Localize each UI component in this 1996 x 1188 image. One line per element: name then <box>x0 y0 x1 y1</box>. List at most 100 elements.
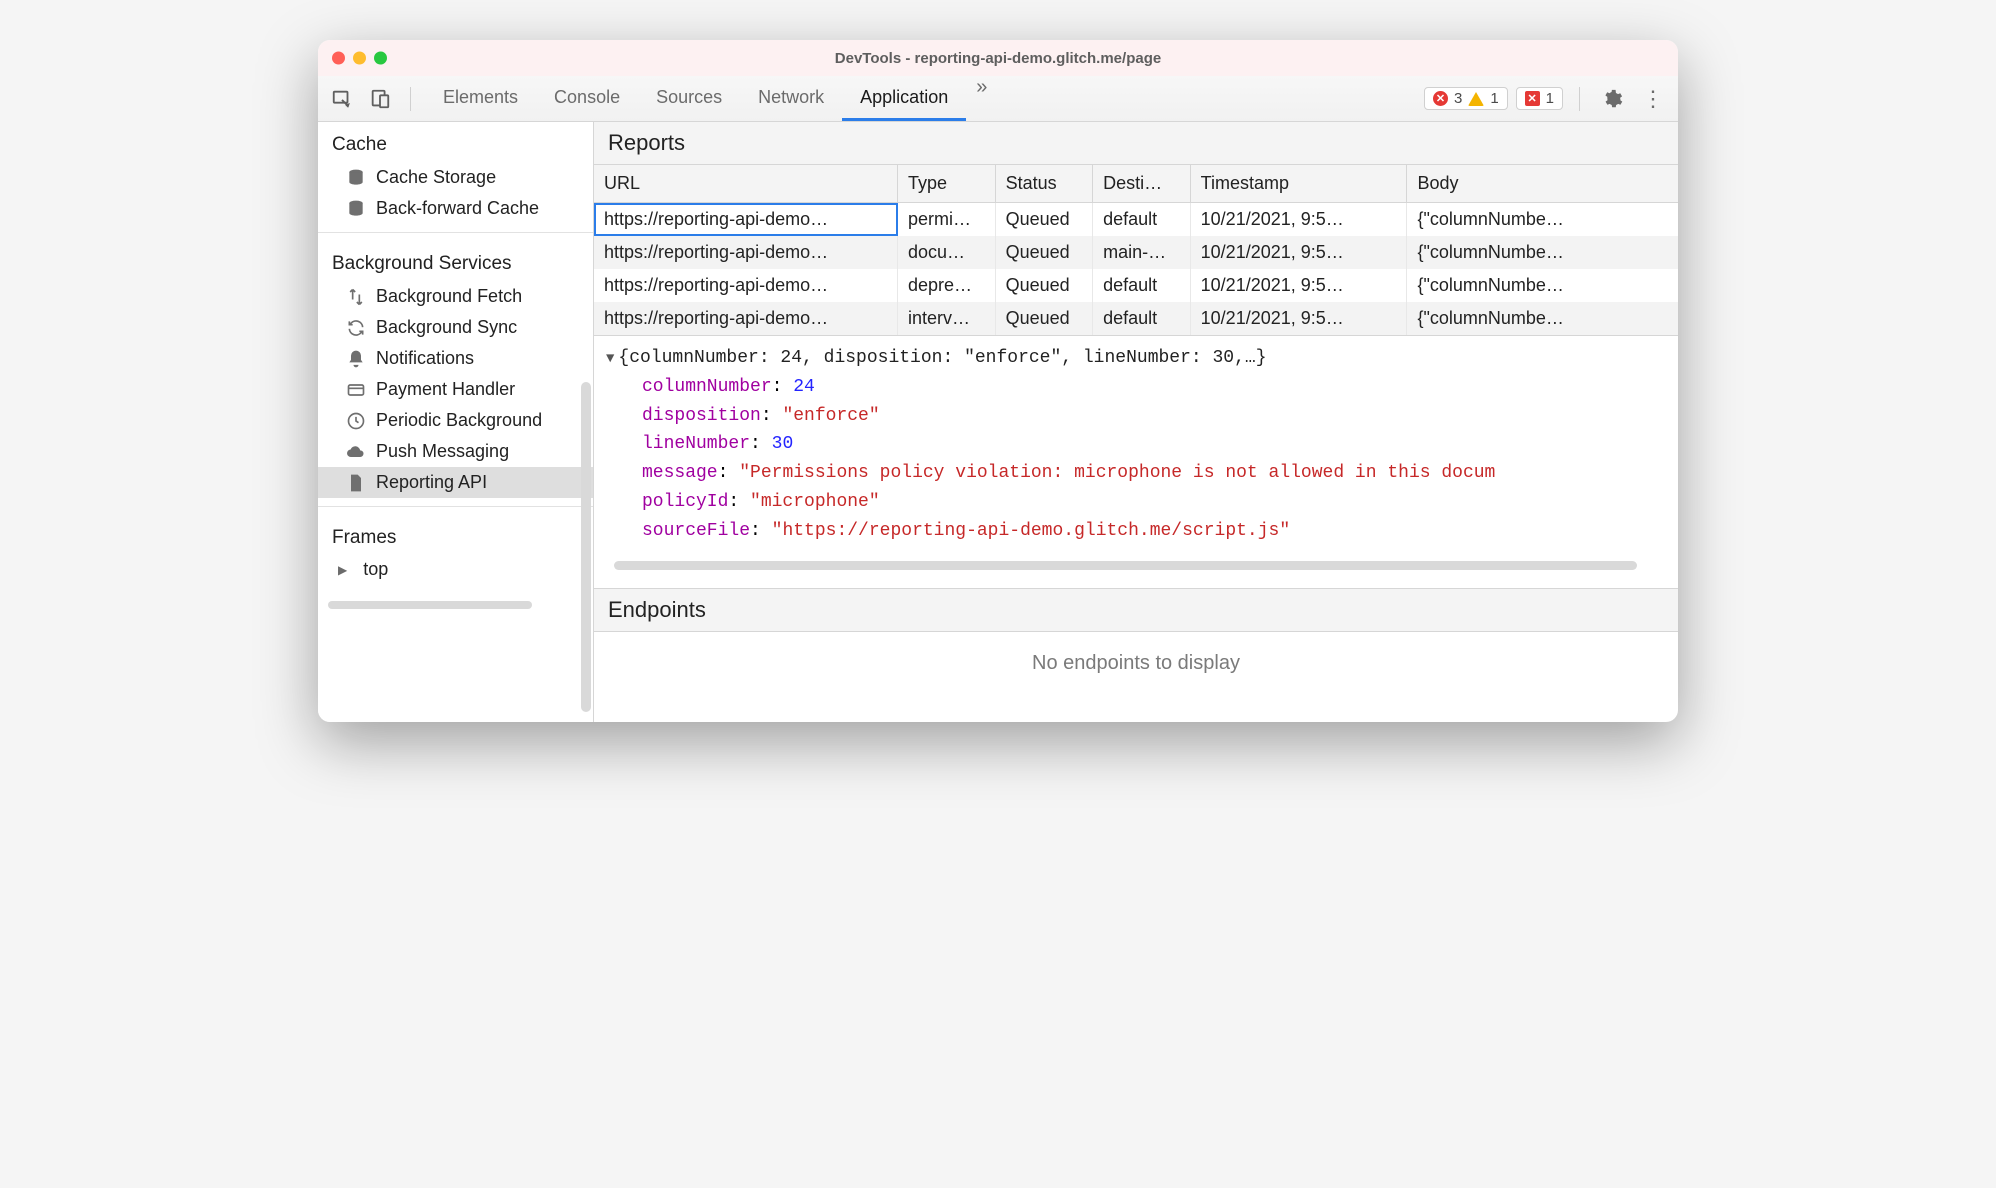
sidebar-divider <box>318 232 593 233</box>
traffic-lights <box>332 52 387 65</box>
table-row[interactable]: https://reporting-api-demo…interv…Queued… <box>594 302 1678 335</box>
sidebar-v-scrollbar[interactable] <box>581 382 591 712</box>
col-status[interactable]: Status <box>995 165 1093 203</box>
sync-icon <box>346 318 366 338</box>
detail-field[interactable]: lineNumber: 30 <box>606 430 1666 459</box>
table-cell[interactable]: {"columnNumbe… <box>1407 269 1678 302</box>
minimize-window-button[interactable] <box>353 52 366 65</box>
table-cell[interactable]: Queued <box>995 236 1093 269</box>
tab-console[interactable]: Console <box>536 76 638 121</box>
issue-count: 1 <box>1546 90 1554 107</box>
table-cell[interactable]: depre… <box>898 269 996 302</box>
detail-summary-row[interactable]: ▼{columnNumber: 24, disposition: "enforc… <box>606 344 1666 373</box>
table-cell[interactable]: Queued <box>995 203 1093 237</box>
tab-network[interactable]: Network <box>740 76 842 121</box>
sidebar-h-scrollbar[interactable] <box>328 598 583 612</box>
table-cell[interactable]: Queued <box>995 302 1093 335</box>
detail-h-scrollbar[interactable] <box>614 558 1658 572</box>
sidebar-section-frames: Frames <box>318 515 593 555</box>
sidebar-item-payment-handler[interactable]: Payment Handler <box>318 374 593 405</box>
endpoints-header: Endpoints <box>594 588 1678 632</box>
detail-field[interactable]: message: "Permissions policy violation: … <box>606 459 1666 488</box>
detail-field[interactable]: policyId: "microphone" <box>606 488 1666 517</box>
file-icon <box>346 473 366 493</box>
col-url[interactable]: URL <box>594 165 898 203</box>
sidebar-item-background-fetch[interactable]: Background Fetch <box>318 281 593 312</box>
sidebar-item-label: Background Fetch <box>376 286 522 307</box>
sidebar-item-label: Periodic Background <box>376 410 542 431</box>
col-destination[interactable]: Desti… <box>1093 165 1191 203</box>
table-cell[interactable]: default <box>1093 269 1191 302</box>
more-tabs-chevron-icon[interactable]: » <box>966 76 997 121</box>
sidebar-item-bfcache[interactable]: Back-forward Cache <box>318 193 593 224</box>
toggle-device-toolbar-icon[interactable] <box>364 83 396 115</box>
sidebar-item-label: Cache Storage <box>376 167 496 188</box>
sidebar-divider <box>318 506 593 507</box>
sidebar-item-notifications[interactable]: Notifications <box>318 343 593 374</box>
table-row[interactable]: https://reporting-api-demo…docu…Queuedma… <box>594 236 1678 269</box>
close-window-button[interactable] <box>332 52 345 65</box>
detail-summary-text: {columnNumber: 24, disposition: "enforce… <box>618 348 1266 368</box>
detail-field[interactable]: columnNumber: 24 <box>606 373 1666 402</box>
table-cell[interactable]: 10/21/2021, 9:5… <box>1190 236 1407 269</box>
sidebar-item-reporting-api[interactable]: Reporting API <box>318 467 593 498</box>
sidebar-item-label: Notifications <box>376 348 474 369</box>
col-type[interactable]: Type <box>898 165 996 203</box>
table-cell[interactable]: 10/21/2021, 9:5… <box>1190 203 1407 237</box>
inspect-element-icon[interactable] <box>326 83 358 115</box>
database-icon <box>346 199 366 219</box>
table-cell[interactable]: 10/21/2021, 9:5… <box>1190 269 1407 302</box>
application-sidebar: Cache Cache Storage Back-forward Cache B… <box>318 122 594 722</box>
table-cell[interactable]: 10/21/2021, 9:5… <box>1190 302 1407 335</box>
table-cell[interactable]: default <box>1093 302 1191 335</box>
table-cell[interactable]: https://reporting-api-demo… <box>594 203 898 237</box>
tab-elements[interactable]: Elements <box>425 76 536 121</box>
disclosure-triangle-icon[interactable]: ▶ <box>338 563 347 577</box>
settings-gear-icon[interactable] <box>1596 83 1628 115</box>
toolbar-separator <box>1579 87 1580 111</box>
table-cell[interactable]: https://reporting-api-demo… <box>594 269 898 302</box>
disclosure-triangle-icon[interactable]: ▼ <box>606 351 614 367</box>
sidebar-item-periodic-bg[interactable]: Periodic Background <box>318 405 593 436</box>
table-cell[interactable]: docu… <box>898 236 996 269</box>
table-cell[interactable]: https://reporting-api-demo… <box>594 236 898 269</box>
titlebar: DevTools - reporting-api-demo.glitch.me/… <box>318 40 1678 76</box>
col-timestamp[interactable]: Timestamp <box>1190 165 1407 203</box>
tab-sources[interactable]: Sources <box>638 76 740 121</box>
toolbar-separator <box>410 87 411 111</box>
table-row[interactable]: https://reporting-api-demo…depre…Queuedd… <box>594 269 1678 302</box>
toolbar-right: ✕ 3 1 ✕ 1 ⋮ <box>1424 83 1670 115</box>
col-body[interactable]: Body <box>1407 165 1678 203</box>
main-toolbar: Elements Console Sources Network Applica… <box>318 76 1678 122</box>
issues-counter[interactable]: ✕ 1 <box>1516 87 1563 110</box>
table-cell[interactable]: {"columnNumbe… <box>1407 203 1678 237</box>
card-icon <box>346 380 366 400</box>
sidebar-item-background-sync[interactable]: Background Sync <box>318 312 593 343</box>
sidebar-item-label: Background Sync <box>376 317 517 338</box>
bell-icon <box>346 349 366 369</box>
sidebar-item-cache-storage[interactable]: Cache Storage <box>318 162 593 193</box>
zoom-window-button[interactable] <box>374 52 387 65</box>
sidebar-item-push-messaging[interactable]: Push Messaging <box>318 436 593 467</box>
detail-field[interactable]: disposition: "enforce" <box>606 402 1666 431</box>
endpoints-empty-text: No endpoints to display <box>594 632 1678 695</box>
reports-table: URL Type Status Desti… Timestamp Body ht… <box>594 165 1678 335</box>
console-counters[interactable]: ✕ 3 1 <box>1424 87 1508 110</box>
reports-header: Reports <box>594 122 1678 165</box>
table-cell[interactable]: https://reporting-api-demo… <box>594 302 898 335</box>
table-row[interactable]: https://reporting-api-demo…permi…Queuedd… <box>594 203 1678 237</box>
more-options-kebab-icon[interactable]: ⋮ <box>1636 86 1670 112</box>
frame-top-label: top <box>363 559 388 580</box>
panel-body: Cache Cache Storage Back-forward Cache B… <box>318 122 1678 722</box>
sidebar-item-frame-top[interactable]: ▶ top <box>318 555 593 584</box>
table-cell[interactable]: main-… <box>1093 236 1191 269</box>
tab-application[interactable]: Application <box>842 76 966 121</box>
detail-field[interactable]: sourceFile: "https://reporting-api-demo.… <box>606 517 1666 546</box>
sidebar-section-cache: Cache <box>318 122 593 162</box>
table-cell[interactable]: {"columnNumbe… <box>1407 236 1678 269</box>
table-cell[interactable]: {"columnNumbe… <box>1407 302 1678 335</box>
table-cell[interactable]: default <box>1093 203 1191 237</box>
table-cell[interactable]: interv… <box>898 302 996 335</box>
table-cell[interactable]: Queued <box>995 269 1093 302</box>
table-cell[interactable]: permi… <box>898 203 996 237</box>
